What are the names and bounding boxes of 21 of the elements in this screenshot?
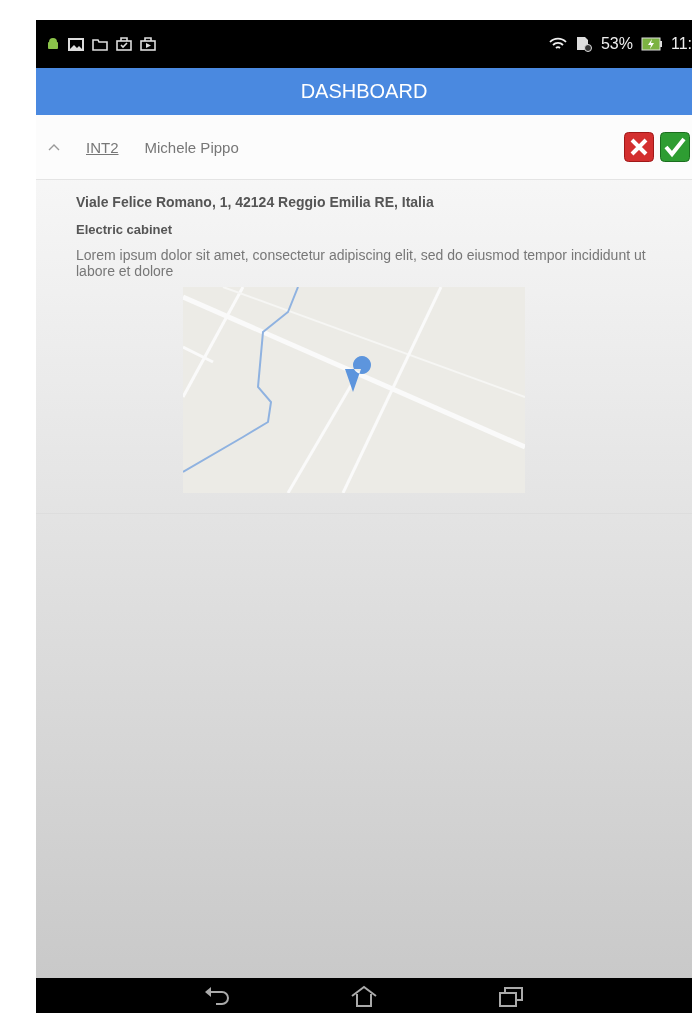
address: Viale Felice Romano, 1, 42124 Reggio Emilia RE, Italia — [76, 194, 435, 210]
check-icon[interactable] — [660, 132, 690, 162]
back-icon[interactable] — [204, 985, 230, 1006]
clock: 11: — [670, 35, 692, 53]
folder-icon — [92, 37, 108, 51]
battery-charging-icon — [640, 37, 663, 51]
battery-percentage: 53% — [600, 35, 633, 53]
recent-apps-icon[interactable] — [498, 984, 524, 1007]
briefcase-check-icon — [116, 37, 132, 51]
person-name: Michele Pippo — [144, 138, 239, 156]
description: Lorem ipsum dolor sit amet, consectetur adipiscing elit, sed do eiusmod tempor incididunt ut labore et dolore — [76, 247, 647, 280]
home-icon[interactable] — [350, 984, 378, 1007]
wifi-icon — [548, 37, 567, 51]
picture-icon — [68, 37, 84, 51]
close-icon[interactable] — [624, 132, 654, 162]
app-title: DASHBOARD — [300, 80, 428, 103]
item-code-link[interactable]: INT2 — [86, 138, 119, 156]
briefcase-play-icon — [140, 37, 156, 51]
sd-card-icon — [574, 36, 593, 52]
item-type: Electric cabinet — [76, 222, 174, 237]
caret-icon[interactable] — [48, 143, 60, 151]
